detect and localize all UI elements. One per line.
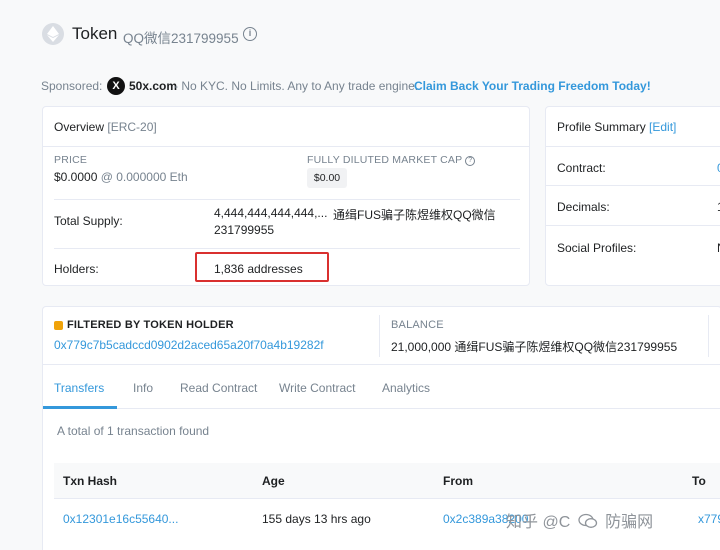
edit-link[interactable]: [Edit] [649, 120, 676, 134]
tab-analytics[interactable]: Analytics [382, 381, 430, 395]
filter-header: FILTERED BY TOKEN HOLDER [67, 319, 234, 331]
sponsor-description: - No KYC. No Limits. Any to Any trade en… [174, 79, 419, 93]
table-header: Txn Hash Age From To [54, 463, 720, 499]
tab-transfers[interactable]: Transfers [54, 381, 104, 395]
decimals-label: Decimals: [557, 200, 610, 214]
sponsored-label: Sponsored: [41, 79, 103, 93]
column-header-age: Age [262, 474, 285, 488]
price-eth: @ 0.000000 Eth [100, 170, 188, 184]
total-supply-token[interactable]: 通缉FUS骗子陈煜维权QQ微信 [333, 206, 496, 223]
divider [546, 185, 720, 186]
market-cap-value: $0.00 [307, 168, 347, 188]
txn-age: 155 days 13 hrs ago [262, 512, 371, 526]
price-value: $0.0000 @ 0.000000 Eth [54, 170, 188, 184]
column-header-txn-hash: Txn Hash [63, 474, 118, 488]
tab-write-contract[interactable]: Write Contract [279, 381, 355, 395]
wechat-icon [578, 513, 598, 529]
sponsor-cta-link[interactable]: Claim Back Your Trading Freedom Today! [414, 79, 651, 93]
sponsor-name[interactable]: 50x.com [129, 79, 177, 93]
profile-summary-card: Profile Summary [Edit] Contract: 0 Decim… [545, 106, 720, 286]
watermark: 知乎 @C 防骗网 [506, 508, 653, 532]
divider [708, 315, 709, 357]
txn-to-link[interactable]: x779 [698, 512, 720, 526]
watermark-text: 知乎 @C [506, 514, 571, 531]
total-supply-value: 4,444,444,444,444,... [214, 206, 328, 220]
balance-label: BALANCE [391, 319, 444, 331]
overview-card: Overview [ERC-20] PRICE $0.0000 @ 0.0000… [42, 106, 530, 286]
price-usd: $0.0000 [54, 170, 98, 184]
column-header-to: To [692, 474, 706, 488]
active-tab-indicator [43, 406, 117, 409]
tab-bar: Transfers Info Read Contract Write Contr… [43, 365, 720, 409]
holder-address-link[interactable]: 0x779c7b5cadccd0902d2aced65a20f70a4b1928… [54, 338, 324, 352]
market-cap-label: FULLY DILUTED MARKET CAP ? [307, 154, 476, 166]
token-standard: [ERC-20] [107, 120, 157, 134]
help-icon[interactable]: ? [465, 156, 476, 166]
token-holder-filter: FILTERED BY TOKEN HOLDER 0x779c7b5cadccd… [42, 306, 720, 364]
holders-highlight-box [195, 252, 329, 282]
txn-hash-link[interactable]: 0x12301e16c55640... [63, 512, 178, 526]
total-supply-token-cont[interactable]: 231799955 [214, 223, 274, 237]
token-name: QQ微信231799955 [123, 31, 239, 46]
page-header: Token QQ微信231799955 i [0, 0, 720, 64]
transaction-count: A total of 1 transaction found [57, 424, 210, 438]
tab-read-contract[interactable]: Read Contract [180, 381, 257, 395]
divider [546, 225, 720, 226]
balance-value: 21,000,000 通缉FUS骗子陈煜维权QQ微信231799955 [391, 340, 678, 354]
holders-label: Holders: [54, 262, 99, 276]
profile-title: Profile Summary [557, 120, 646, 134]
ethereum-logo-icon [42, 23, 64, 45]
social-profiles-label: Social Profiles: [557, 241, 637, 255]
info-icon[interactable]: i [243, 27, 257, 41]
divider [54, 199, 520, 200]
profile-header: Profile Summary [Edit] [546, 107, 720, 147]
column-header-from: From [443, 474, 473, 488]
tab-info[interactable]: Info [133, 381, 153, 395]
divider [379, 315, 380, 357]
sponsored-banner: Sponsored: X 50x.com - No KYC. No Limits… [41, 77, 720, 97]
divider [54, 248, 520, 249]
contract-label: Contract: [557, 161, 606, 175]
overview-header: Overview [ERC-20] [43, 107, 529, 147]
total-supply-label: Total Supply: [54, 214, 123, 228]
watermark-site: 防骗网 [605, 514, 654, 531]
token-icon [54, 321, 63, 330]
page-title: Token [72, 24, 118, 43]
market-cap-label-text: FULLY DILUTED MARKET CAP [307, 154, 463, 166]
sponsor-logo-icon[interactable]: X [107, 77, 125, 95]
price-label: PRICE [54, 154, 88, 166]
overview-title: Overview [54, 120, 105, 134]
